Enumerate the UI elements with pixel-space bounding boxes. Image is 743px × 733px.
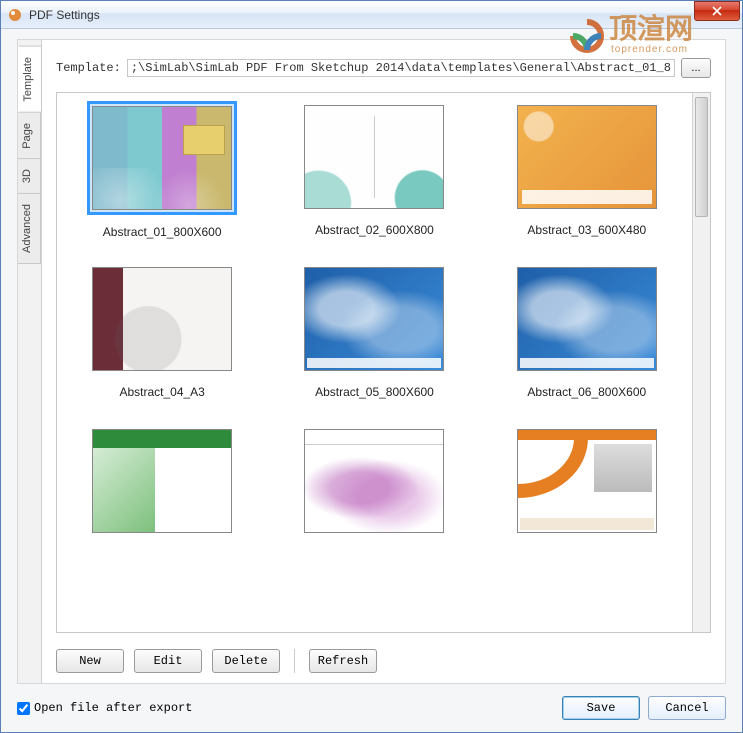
open-after-export-row[interactable]: Open file after export bbox=[17, 701, 192, 715]
template-item[interactable]: Abstract_02_600X800 bbox=[289, 101, 459, 237]
template-item[interactable]: Abstract_05_800X600 bbox=[289, 263, 459, 399]
template-thumbnail bbox=[304, 267, 444, 371]
scrollbar-thumb[interactable] bbox=[695, 97, 708, 217]
template-thumbnail bbox=[517, 267, 657, 371]
close-button[interactable] bbox=[694, 1, 740, 21]
save-button[interactable]: Save bbox=[562, 696, 640, 720]
template-item[interactable]: Abstract_01_800X600 bbox=[77, 101, 247, 239]
template-thumbnail bbox=[304, 429, 444, 533]
template-item[interactable]: Abstract_06_800X600 bbox=[502, 263, 672, 399]
template-thumbnail bbox=[92, 106, 232, 210]
template-path-row: Template: ... bbox=[42, 40, 725, 86]
settings-panel: Template Page 3D Advanced Template: ... … bbox=[17, 39, 726, 684]
tab-3d[interactable]: 3D bbox=[18, 158, 41, 194]
template-item[interactable] bbox=[77, 425, 247, 547]
template-label: Abstract_06_800X600 bbox=[527, 385, 646, 399]
template-item[interactable]: Abstract_04_A3 bbox=[77, 263, 247, 399]
template-gallery: Abstract_01_800X600 Abstract_02_600X800 Ab… bbox=[57, 93, 692, 632]
tab-strip: Template Page 3D Advanced bbox=[18, 40, 42, 683]
template-thumbnail bbox=[92, 429, 232, 533]
template-label: Abstract_01_800X600 bbox=[103, 225, 222, 239]
tab-advanced[interactable]: Advanced bbox=[18, 193, 41, 264]
app-icon bbox=[7, 7, 23, 23]
refresh-button[interactable]: Refresh bbox=[309, 649, 377, 673]
edit-button[interactable]: Edit bbox=[134, 649, 202, 673]
template-label: Abstract_04_A3 bbox=[119, 385, 204, 399]
window-title: PDF Settings bbox=[29, 8, 100, 22]
footer: Open file after export Save Cancel bbox=[1, 690, 742, 732]
delete-button[interactable]: Delete bbox=[212, 649, 280, 673]
new-button[interactable]: New bbox=[56, 649, 124, 673]
open-after-export-label: Open file after export bbox=[34, 701, 192, 715]
template-gallery-box: Abstract_01_800X600 Abstract_02_600X800 Ab… bbox=[56, 92, 711, 633]
template-path-label: Template: bbox=[56, 61, 121, 75]
template-item[interactable]: Abstract_03_600X480 bbox=[502, 101, 672, 237]
template-label: Abstract_02_600X800 bbox=[315, 223, 434, 237]
client-area: Template Page 3D Advanced Template: ... … bbox=[1, 29, 742, 732]
close-icon bbox=[712, 6, 722, 16]
template-path-input[interactable] bbox=[127, 59, 675, 77]
template-thumbnail bbox=[517, 429, 657, 533]
template-label: Abstract_05_800X600 bbox=[315, 385, 434, 399]
template-toolbar: New Edit Delete Refresh bbox=[42, 643, 725, 683]
window: PDF Settings 顶渲网 toprender.com Template … bbox=[0, 0, 743, 733]
template-item[interactable] bbox=[289, 425, 459, 547]
tab-content-template: Template: ... Abstract_01_800X600Abstrac… bbox=[42, 40, 725, 683]
open-after-export-checkbox[interactable] bbox=[17, 702, 30, 715]
titlebar: PDF Settings bbox=[1, 1, 742, 29]
browse-button[interactable]: ... bbox=[681, 58, 711, 78]
template-item[interactable] bbox=[502, 425, 672, 547]
toolbar-divider bbox=[294, 649, 295, 673]
cancel-button[interactable]: Cancel bbox=[648, 696, 726, 720]
tab-template[interactable]: Template bbox=[18, 46, 42, 113]
tab-page[interactable]: Page bbox=[18, 112, 41, 160]
template-label: Abstract_03_600X480 bbox=[527, 223, 646, 237]
template-thumbnail bbox=[517, 105, 657, 209]
template-thumbnail bbox=[92, 267, 232, 371]
scrollbar-track[interactable] bbox=[692, 93, 710, 632]
template-thumbnail bbox=[304, 105, 444, 209]
